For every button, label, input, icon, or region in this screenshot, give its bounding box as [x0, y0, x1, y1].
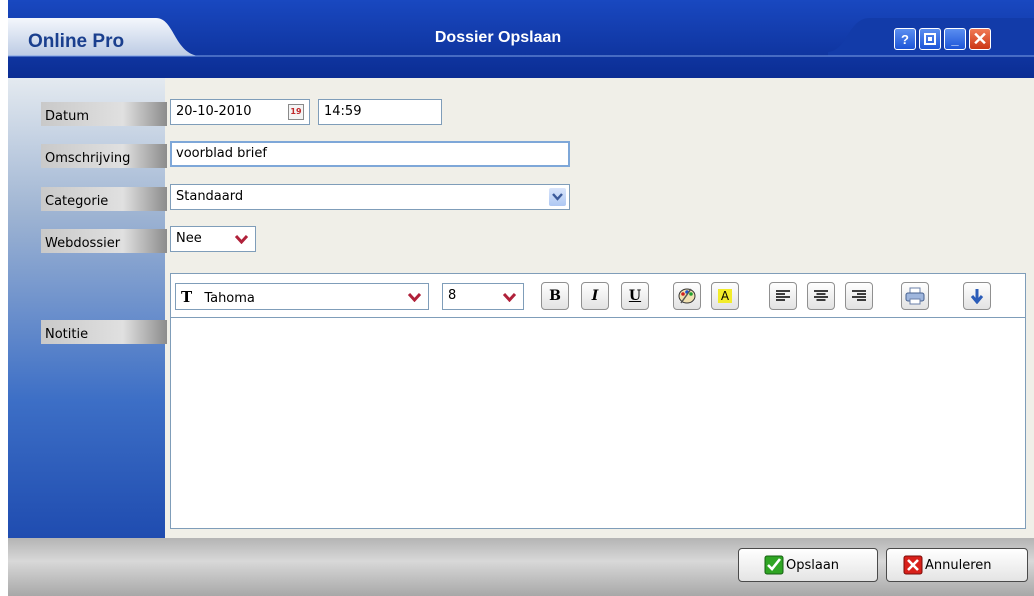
- italic-icon: I: [591, 288, 599, 304]
- minimize-icon: _: [951, 31, 959, 47]
- underline-button[interactable]: U: [621, 282, 649, 310]
- minimize-button[interactable]: _: [944, 28, 966, 50]
- time-value: 14:59: [324, 104, 362, 119]
- print-button[interactable]: [901, 282, 929, 310]
- cancel-x-icon: [903, 555, 923, 575]
- webdossier-value: Nee: [176, 231, 202, 246]
- font-size-value: 8: [448, 288, 457, 303]
- insert-down-button[interactable]: [963, 282, 991, 310]
- title-bar: Online Pro Dossier Opslaan ? _ ✕: [8, 0, 1034, 78]
- notitie-label: Notitie: [41, 320, 167, 344]
- calendar-icon[interactable]: 19: [288, 104, 304, 120]
- help-icon: ?: [901, 31, 909, 47]
- underline-icon: U: [628, 288, 642, 304]
- webdossier-label: Webdossier: [41, 229, 167, 253]
- date-field[interactable]: 20-10-2010 19: [170, 99, 310, 125]
- font-family-select[interactable]: T Tahoma: [175, 283, 429, 310]
- categorie-value: Standaard: [176, 189, 244, 204]
- categorie-label: Categorie: [41, 187, 167, 211]
- font-size-select[interactable]: 8: [442, 283, 524, 310]
- restore-icon: [924, 33, 936, 45]
- printer-icon: [905, 287, 925, 305]
- text-color-button[interactable]: [673, 282, 701, 310]
- align-right-icon: [852, 290, 866, 301]
- arrow-down-icon: [970, 289, 984, 304]
- app-name: Online Pro: [28, 31, 125, 52]
- chevron-down-icon[interactable]: [549, 188, 566, 206]
- align-right-button[interactable]: [845, 282, 873, 310]
- bold-icon: B: [549, 288, 561, 304]
- checkmark-icon: [764, 555, 784, 575]
- save-button[interactable]: Opslaan: [738, 548, 878, 582]
- font-icon: T: [181, 288, 193, 306]
- chevron-down-icon[interactable]: [233, 230, 250, 248]
- dialog-window: Online Pro Dossier Opslaan ? _ ✕ Datum O…: [8, 0, 1034, 596]
- close-icon: ✕: [972, 28, 988, 49]
- bold-button[interactable]: B: [541, 282, 569, 310]
- button-bar: Opslaan Annuleren: [8, 538, 1034, 596]
- align-center-button[interactable]: [807, 282, 835, 310]
- highlight-icon: A: [717, 289, 733, 303]
- time-field[interactable]: 14:59: [318, 99, 442, 125]
- italic-button[interactable]: I: [581, 282, 609, 310]
- align-center-icon: [814, 290, 828, 301]
- date-value: 20-10-2010: [176, 104, 252, 119]
- webdossier-select[interactable]: Nee: [170, 226, 256, 252]
- chevron-down-icon[interactable]: [501, 288, 518, 306]
- align-left-button[interactable]: [769, 282, 797, 310]
- categorie-select[interactable]: Standaard: [170, 184, 570, 210]
- restore-button[interactable]: [919, 28, 941, 50]
- omschrijving-label: Omschrijving: [41, 144, 167, 168]
- highlight-button[interactable]: A: [711, 282, 739, 310]
- cancel-button[interactable]: Annuleren: [886, 548, 1028, 582]
- chevron-down-icon[interactable]: [406, 288, 423, 306]
- palette-icon: [678, 288, 696, 304]
- save-label: Opslaan: [786, 557, 840, 573]
- help-button[interactable]: ?: [894, 28, 916, 50]
- dialog-title: Dossier Opslaan: [434, 29, 562, 46]
- align-left-icon: [776, 290, 790, 301]
- font-family-value: Tahoma: [204, 291, 255, 306]
- notitie-editor[interactable]: [170, 317, 1026, 529]
- cancel-label: Annuleren: [925, 557, 992, 573]
- close-button[interactable]: ✕: [969, 28, 991, 50]
- omschrijving-value: voorblad brief: [176, 146, 267, 161]
- datum-label: Datum: [41, 102, 167, 126]
- omschrijving-input[interactable]: voorblad brief: [170, 141, 570, 167]
- editor-toolbar: T Tahoma 8 B I U A: [170, 273, 1026, 317]
